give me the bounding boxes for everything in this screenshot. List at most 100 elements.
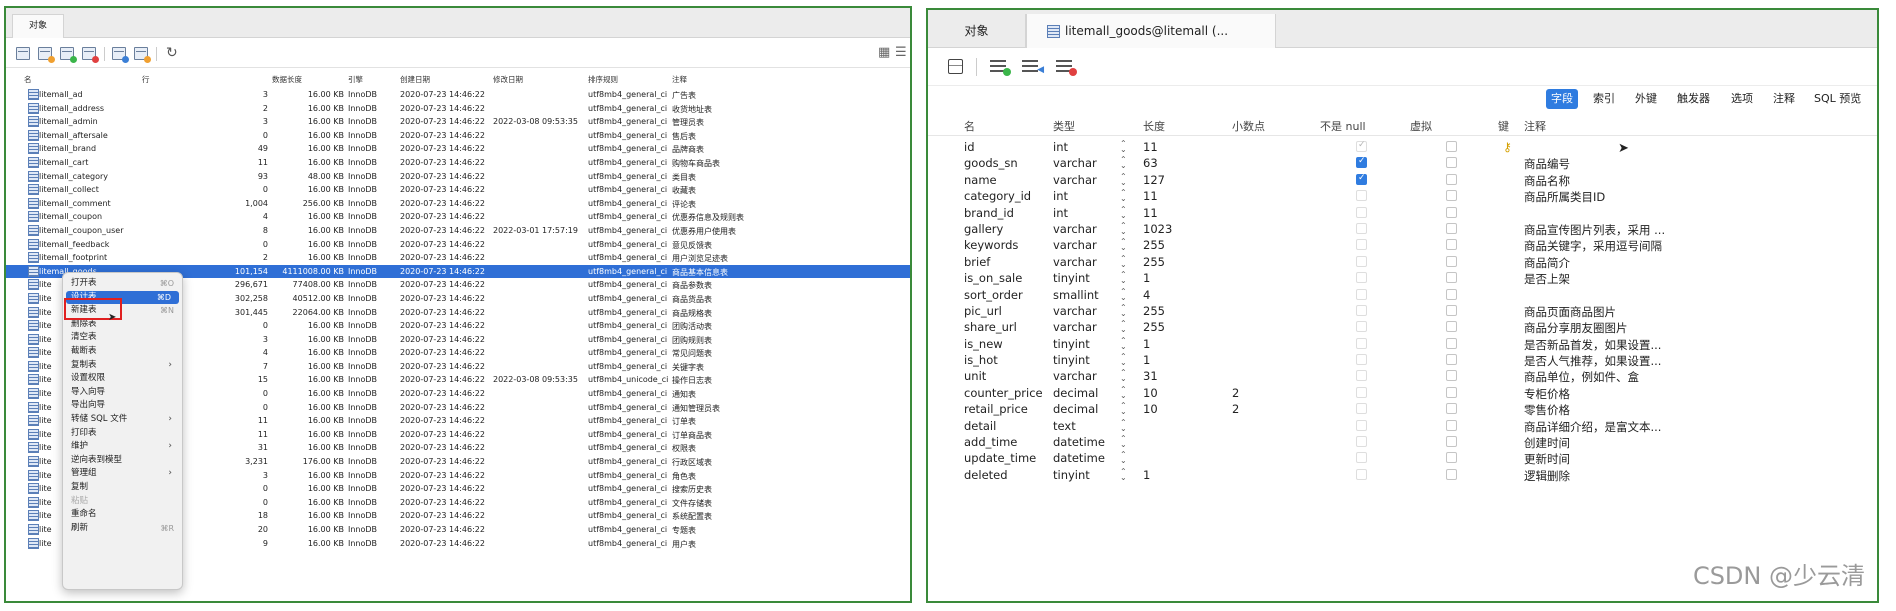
field-name[interactable]: is_hot bbox=[964, 353, 998, 367]
field-length[interactable]: 31 bbox=[1143, 369, 1158, 383]
virtual-checkbox[interactable] bbox=[1446, 386, 1457, 398]
field-comment[interactable]: 商品宣传图片列表，采用 ... bbox=[1524, 222, 1665, 238]
not-null-checkbox[interactable] bbox=[1356, 468, 1367, 480]
not-null-checkbox[interactable] bbox=[1356, 288, 1367, 300]
virtual-checkbox[interactable] bbox=[1446, 288, 1457, 300]
field-type[interactable]: varchar bbox=[1053, 222, 1097, 236]
field-name[interactable]: pic_url bbox=[964, 304, 1002, 318]
delete-field-icon[interactable] bbox=[1056, 60, 1077, 76]
field-row[interactable]: add_time datetime 创建时间 ⌃ ⌄ bbox=[928, 434, 1877, 451]
subtab-options[interactable]: 选项 bbox=[1726, 89, 1758, 109]
field-length[interactable]: 255 bbox=[1143, 320, 1165, 334]
not-null-checkbox[interactable] bbox=[1356, 255, 1367, 267]
tab-objects[interactable]: 对象 bbox=[928, 14, 1026, 48]
virtual-checkbox[interactable] bbox=[1446, 403, 1457, 415]
field-length[interactable]: 255 bbox=[1143, 255, 1165, 269]
table-row[interactable]: litemall_coupon_user 8 16.00 KB InnoDB 2020-… bbox=[6, 224, 910, 238]
not-null-checkbox[interactable] bbox=[1356, 403, 1367, 415]
not-null-checkbox[interactable] bbox=[1356, 436, 1367, 448]
field-comment[interactable]: 商品编号 bbox=[1524, 156, 1570, 172]
type-stepper-icon[interactable]: ⌃ ⌄ bbox=[1120, 205, 1127, 219]
field-name[interactable]: category_id bbox=[964, 189, 1031, 203]
field-row[interactable]: counter_price decimal 10 2 专柜价格 ⌃ ⌄ bbox=[928, 385, 1877, 401]
column-header-modified[interactable]: 修改日期 bbox=[493, 74, 523, 85]
not-null-checkbox[interactable] bbox=[1356, 419, 1367, 431]
column-header-engine[interactable]: 引擎 bbox=[348, 74, 363, 85]
field-length[interactable]: 10 bbox=[1143, 386, 1158, 400]
subtab-fields[interactable]: 字段 bbox=[1546, 89, 1578, 109]
virtual-checkbox[interactable] bbox=[1446, 321, 1457, 333]
type-stepper-icon[interactable]: ⌃ ⌄ bbox=[1120, 402, 1127, 416]
field-type[interactable]: tinyint bbox=[1053, 337, 1090, 351]
field-row[interactable]: retail_price decimal 10 2 零售价格 ⌃ ⌄ bbox=[928, 401, 1877, 418]
menu-item-dump-sql-file[interactable]: 转储 SQL 文件 › bbox=[63, 413, 182, 427]
not-null-checkbox[interactable] bbox=[1356, 304, 1367, 316]
subtab-triggers[interactable]: 触发器 bbox=[1672, 89, 1715, 109]
design-table-icon[interactable] bbox=[38, 47, 55, 63]
field-length[interactable]: 1 bbox=[1143, 468, 1150, 482]
field-type[interactable]: tinyint bbox=[1053, 353, 1090, 367]
virtual-checkbox[interactable] bbox=[1446, 239, 1457, 251]
field-row[interactable]: pic_url varchar 255 商品页面商品图片 ⌃ ⌄ bbox=[928, 303, 1877, 319]
not-null-checkbox[interactable] bbox=[1356, 452, 1367, 464]
field-row[interactable]: sort_order smallint 4 ⌃ ⌄ bbox=[928, 287, 1877, 303]
field-name[interactable]: goods_sn bbox=[964, 156, 1018, 170]
field-type[interactable]: decimal bbox=[1053, 402, 1098, 416]
export-wizard-icon[interactable] bbox=[134, 47, 151, 63]
field-type[interactable]: varchar bbox=[1053, 173, 1097, 187]
field-comment[interactable]: 专柜价格 bbox=[1524, 386, 1570, 402]
virtual-checkbox[interactable] bbox=[1446, 468, 1457, 480]
field-type[interactable]: datetime bbox=[1053, 451, 1105, 465]
type-stepper-icon[interactable]: ⌃ ⌄ bbox=[1120, 467, 1127, 481]
field-comment[interactable]: 商品单位，例如件、盒 bbox=[1524, 369, 1639, 385]
field-row[interactable]: is_hot tinyint 1 是否人气推荐，如果设置... ⌃ ⌄ bbox=[928, 352, 1877, 369]
subtab-sql-preview[interactable]: SQL 预览 bbox=[1809, 89, 1866, 109]
field-row[interactable]: name varchar 127 商品名称 ⌃ ⌄ bbox=[928, 172, 1877, 188]
column-header-length[interactable]: 长度 bbox=[1143, 118, 1165, 134]
menu-item-copy-table[interactable]: 复制表 › bbox=[63, 359, 182, 373]
field-row[interactable]: goods_sn varchar 63 商品编号 ⌃ ⌄ bbox=[928, 155, 1877, 172]
field-row[interactable]: share_url varchar 255 商品分享朋友圈图片 ⌃ ⌄ bbox=[928, 319, 1877, 336]
field-name[interactable]: detail bbox=[964, 419, 996, 433]
field-comment[interactable]: 商品详细介绍，是富文本... bbox=[1524, 419, 1661, 435]
field-length[interactable]: 255 bbox=[1143, 304, 1165, 318]
not-null-checkbox[interactable] bbox=[1356, 173, 1367, 185]
type-stepper-icon[interactable]: ⌃ ⌄ bbox=[1120, 172, 1127, 186]
field-row[interactable]: brief varchar 255 商品简介 ⌃ ⌄ bbox=[928, 254, 1877, 270]
virtual-checkbox[interactable] bbox=[1446, 157, 1457, 169]
virtual-checkbox[interactable] bbox=[1446, 452, 1457, 464]
field-comment[interactable]: 商品所属类目ID bbox=[1524, 189, 1605, 205]
menu-item-maintain[interactable]: 维护 › bbox=[63, 440, 182, 454]
not-null-checkbox[interactable] bbox=[1356, 206, 1367, 218]
tab-objects[interactable]: 对象 bbox=[12, 14, 65, 38]
field-name[interactable]: is_on_sale bbox=[964, 271, 1022, 285]
field-row[interactable]: detail text 商品详细介绍，是富文本... ⌃ ⌄ bbox=[928, 418, 1877, 434]
field-type[interactable]: decimal bbox=[1053, 386, 1098, 400]
table-row[interactable]: litemall_admin 3 16.00 KB InnoDB 2020-07-23 … bbox=[6, 115, 910, 129]
type-stepper-icon[interactable]: ⌃ ⌄ bbox=[1120, 353, 1127, 367]
field-comment[interactable]: 是否上架 bbox=[1524, 271, 1570, 287]
not-null-checkbox[interactable] bbox=[1356, 272, 1367, 284]
field-name[interactable]: sort_order bbox=[964, 288, 1023, 302]
column-header-name[interactable]: 名 bbox=[964, 118, 975, 134]
refresh-icon[interactable]: ↻ bbox=[166, 45, 178, 61]
virtual-checkbox[interactable] bbox=[1446, 337, 1457, 349]
menu-item-print-table[interactable]: 打印表 bbox=[63, 427, 182, 441]
column-header-type[interactable]: 类型 bbox=[1053, 118, 1075, 134]
type-stepper-icon[interactable]: ⌃ ⌄ bbox=[1120, 189, 1127, 203]
not-null-checkbox[interactable] bbox=[1356, 140, 1367, 152]
column-header-key[interactable]: 键 bbox=[1498, 118, 1509, 134]
import-wizard-icon[interactable] bbox=[112, 47, 129, 63]
field-row[interactable]: keywords varchar 255 商品关键字，采用逗号间隔 ⌃ ⌄ bbox=[928, 237, 1877, 254]
virtual-checkbox[interactable] bbox=[1446, 304, 1457, 316]
column-header-comment[interactable]: 注释 bbox=[1524, 118, 1546, 134]
primary-key-icon[interactable]: ⚷ bbox=[1503, 140, 1512, 154]
field-row[interactable]: unit varchar 31 商品单位，例如件、盒 ⌃ ⌄ bbox=[928, 368, 1877, 385]
virtual-checkbox[interactable] bbox=[1446, 141, 1457, 152]
field-name[interactable]: share_url bbox=[964, 320, 1017, 334]
table-row[interactable]: litemall_cart 11 16.00 KB InnoDB 2020-07-23 … bbox=[6, 156, 910, 170]
field-decimals[interactable]: 2 bbox=[1232, 386, 1239, 400]
type-stepper-icon[interactable]: ⌃ ⌄ bbox=[1120, 435, 1127, 449]
field-name[interactable]: deleted bbox=[964, 468, 1008, 482]
field-row[interactable]: id int 11 ⌃⌄ ⚷ bbox=[928, 139, 1877, 155]
